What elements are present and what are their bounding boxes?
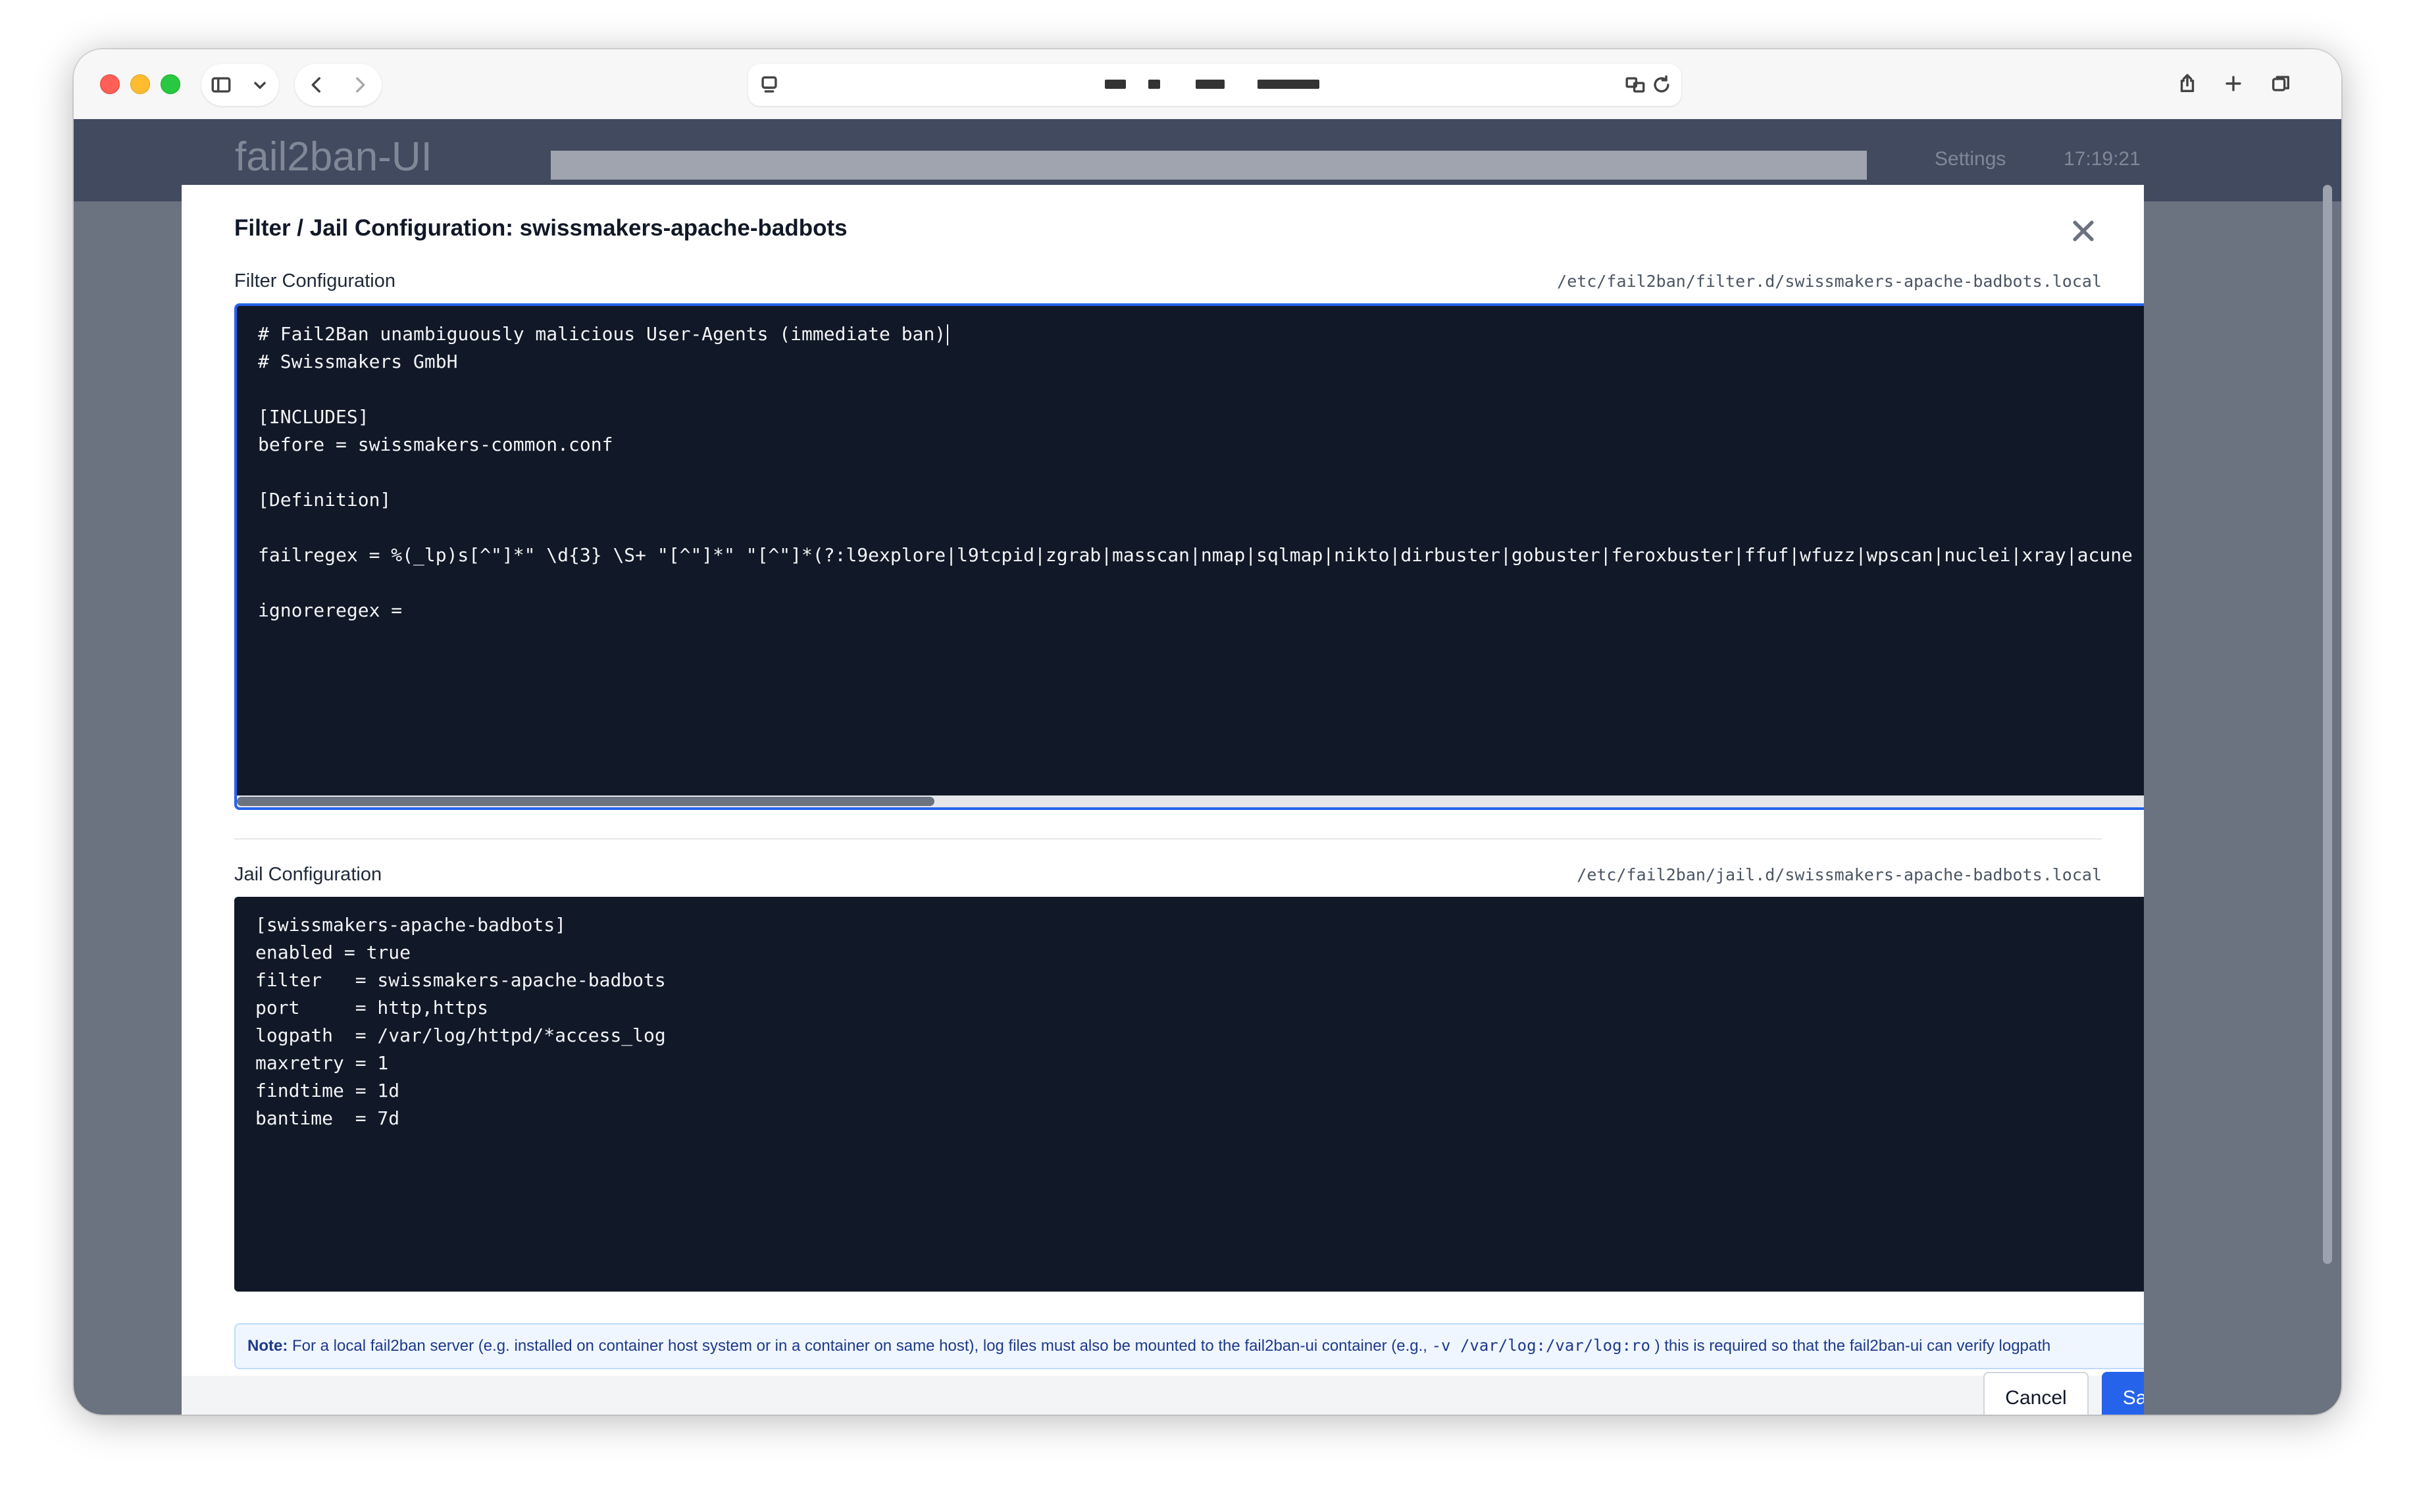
code-line: [Definition] [258, 489, 392, 511]
redacted-url-fragment [1196, 80, 1225, 89]
text-caret [947, 324, 949, 345]
new-tab-icon[interactable] [2220, 70, 2247, 97]
code-line: bantime = 7d [255, 1107, 400, 1129]
history-nav-group [295, 64, 382, 106]
forward-chevron-icon[interactable] [347, 72, 373, 98]
page-backdrop: fail2ban-UI Settings 17:19:21 Filter / J… [74, 119, 2341, 1415]
jail-config-path: /etc/fail2ban/jail.d/swissmakers-apache-… [1577, 865, 2102, 884]
filter-config-label: Filter Configuration [234, 270, 395, 291]
nav-clock: 17:19:21 [2064, 148, 2141, 170]
editor-scrollbar-thumb[interactable] [237, 797, 934, 806]
page-scrollbar[interactable] [2323, 185, 2332, 1369]
sidebar-toggle-group[interactable] [201, 64, 279, 106]
note-label: Note: [247, 1337, 288, 1355]
info-note: Note: For a local fail2ban server (e.g. … [234, 1323, 2144, 1369]
translate-icon[interactable] [1622, 72, 1648, 98]
section-divider [234, 838, 2102, 840]
code-line: findtime = 1d [255, 1080, 400, 1101]
note-text-end: ) this is required so that the fail2ban-… [1650, 1337, 2051, 1355]
cancel-button[interactable]: Cancel [1983, 1372, 2089, 1415]
code-line: maxretry = 1 [255, 1052, 389, 1074]
config-modal: Filter / Jail Configuration: swissmakers… [182, 185, 2144, 1415]
editor-horizontal-scrollbar[interactable] [237, 795, 2144, 807]
zoom-window-button[interactable] [161, 74, 180, 94]
filter-config-editor[interactable]: # Fail2Ban unambiguously malicious User-… [234, 303, 2144, 810]
code-line: failregex = %(_lp)s[^"]*" \d{3} \S+ "[^"… [258, 544, 2133, 566]
close-icon[interactable] [2069, 216, 2098, 245]
app-nav-strip [551, 151, 1867, 180]
tab-overview-icon[interactable] [2268, 70, 2294, 97]
chevron-down-icon[interactable] [247, 72, 273, 98]
modal-footer [182, 1376, 2144, 1415]
code-line: # Fail2Ban unambiguously malicious User-… [258, 320, 949, 348]
note-code: -v /var/log:/var/log:ro [1431, 1336, 1650, 1355]
share-icon[interactable] [2174, 70, 2200, 97]
reload-icon[interactable] [1648, 72, 1675, 98]
browser-toolbar [74, 49, 2341, 120]
back-chevron-icon[interactable] [303, 72, 330, 98]
code-line: logpath = /var/log/httpd/*access_log [255, 1024, 666, 1046]
browser-window: fail2ban-UI Settings 17:19:21 Filter / J… [74, 49, 2341, 1415]
filter-config-path: /etc/fail2ban/filter.d/swissmakers-apach… [1557, 272, 2102, 291]
code-line: [INCLUDES] [258, 406, 369, 428]
code-line: # Swissmakers GmbH [258, 351, 458, 372]
redacted-url-fragment [1258, 80, 1319, 89]
page-menu-icon[interactable] [756, 72, 782, 98]
page-scrollbar-thumb[interactable] [2323, 185, 2332, 1264]
minimize-window-button[interactable] [130, 74, 150, 94]
redacted-url-fragment [1148, 80, 1160, 89]
close-window-button[interactable] [100, 74, 120, 94]
code-line: filter = swissmakers-apache-badbots [255, 969, 666, 991]
jail-config-label: Jail Configuration [234, 864, 382, 885]
sidebar-icon[interactable] [208, 72, 234, 98]
code-line: before = swissmakers-common.conf [258, 434, 613, 455]
save-button[interactable]: Save [2102, 1372, 2144, 1415]
modal-title: Filter / Jail Configuration: swissmakers… [234, 215, 848, 241]
nav-settings: Settings [1935, 148, 2006, 170]
note-text: For a local fail2ban server (e.g. instal… [288, 1337, 1432, 1355]
code-line: port = http,https [255, 997, 489, 1019]
code-line: ignoreregex = [258, 599, 403, 621]
address-bar[interactable] [748, 64, 1681, 106]
jail-config-editor[interactable]: [swissmakers-apache-badbots] enabled = t… [234, 897, 2144, 1292]
code-line: [swissmakers-apache-badbots] [255, 914, 567, 936]
app-logo: fail2ban-UI [235, 134, 432, 180]
redacted-url-fragment [1105, 80, 1126, 89]
code-line: enabled = true [255, 942, 411, 963]
